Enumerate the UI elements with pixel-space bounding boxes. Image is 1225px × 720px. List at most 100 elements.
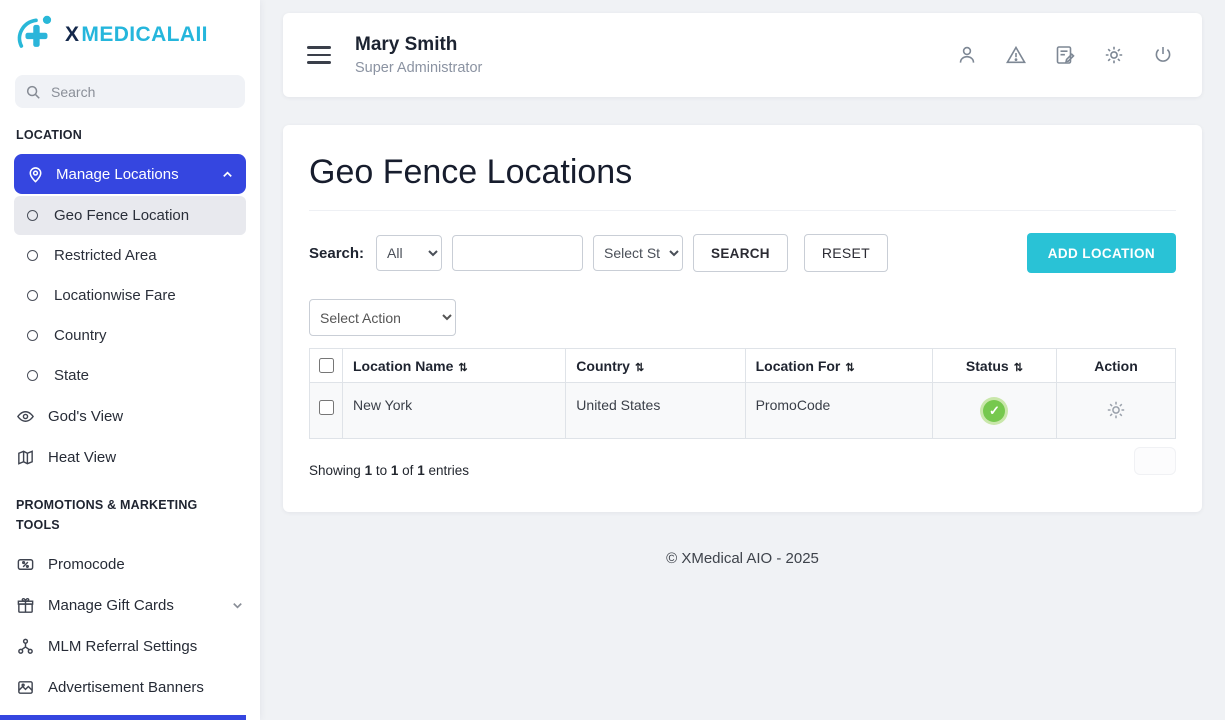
network-icon <box>16 637 35 656</box>
sidebar-subitem-label: Restricted Area <box>54 247 157 265</box>
sidebar-item-mlm-referral-settings[interactable]: MLM Referral Settings <box>0 626 260 667</box>
entries-prefix: Showing <box>309 463 361 478</box>
location-pin-icon <box>26 165 45 184</box>
bullet-circle-icon <box>27 290 38 302</box>
sidebar-search-input[interactable] <box>49 82 235 101</box>
search-button[interactable]: SEARCH <box>693 234 788 272</box>
search-label: Search: <box>309 244 365 262</box>
user-name: Mary Smith <box>355 34 458 55</box>
column-header-action: Action <box>1056 348 1176 383</box>
promocode-ticket-icon <box>16 555 35 574</box>
column-header-status[interactable]: Status ⇅ <box>931 348 1058 383</box>
sidebar-item-promocode[interactable]: Promocode <box>0 544 260 585</box>
sort-icon: ⇅ <box>845 361 855 374</box>
sidebar-subitem-label: Country <box>54 327 107 345</box>
sidebar-item-label: MLM Referral Settings <box>48 638 198 656</box>
user-role: Super Administrator <box>355 60 483 76</box>
status-active-icon[interactable]: ✓ <box>983 399 1006 422</box>
row-checkbox[interactable] <box>319 400 334 415</box>
search-keyword-input[interactable] <box>452 235 584 271</box>
cell-country: United States <box>565 382 746 439</box>
entries-suffix: entries <box>428 463 469 478</box>
warning-icon <box>1006 45 1026 64</box>
select-all-checkbox[interactable] <box>319 358 334 373</box>
page-title: Geo Fence Locations <box>309 153 1176 211</box>
table-row: New York United States PromoCode ✓ <box>309 382 1176 439</box>
main-area: Mary Smith Super Administrator Geo Fence… <box>260 0 1225 567</box>
search-toolbar: Search: All Select State SEARCH RESET AD… <box>309 233 1176 273</box>
sidebar-item-geo-fence-location[interactable]: Geo Fence Location <box>14 196 246 236</box>
pagination-placeholder <box>1134 447 1176 475</box>
bulk-action-select[interactable]: Select Action <box>309 299 456 336</box>
reset-button[interactable]: RESET <box>803 234 889 272</box>
top-header: Mary Smith Super Administrator <box>283 13 1202 97</box>
search-icon <box>25 84 41 100</box>
sidebar-item-heat-view[interactable]: Heat View <box>0 437 260 478</box>
sidebar-item-manage-locations[interactable]: Manage Locations <box>14 154 246 195</box>
select-all-cell <box>309 348 343 383</box>
cell-action <box>1056 382 1176 439</box>
alerts-button[interactable] <box>1005 44 1027 66</box>
menu-icon <box>307 46 331 49</box>
logout-button[interactable] <box>1152 44 1174 66</box>
table-header-row: Location Name ⇅ Country ⇅ Location For ⇅ St… <box>309 348 1176 383</box>
bullet-circle-icon <box>27 210 38 222</box>
entries-of-word: of <box>402 463 414 478</box>
logo[interactable]: X MEDICALAII <box>0 0 260 67</box>
entries-to: 1 <box>390 463 399 478</box>
locations-table-wrap: Location Name ⇅ Country ⇅ Location For ⇅ St… <box>309 348 1176 439</box>
entries-from: 1 <box>364 463 373 478</box>
profile-button[interactable] <box>956 44 978 66</box>
sidebar-item-label: God's View <box>48 408 124 426</box>
bulk-action-row: Select Action <box>309 299 1176 336</box>
state-select[interactable]: Select State <box>593 235 684 271</box>
sidebar-partial-item-highlight <box>0 715 246 720</box>
logo-icon <box>14 13 58 57</box>
sidebar-item-gods-view[interactable]: God's View <box>0 396 260 437</box>
settings-button[interactable] <box>1103 44 1125 66</box>
sort-icon: ⇅ <box>458 361 468 374</box>
sidebar-search <box>15 75 245 108</box>
heat-view-map-icon <box>16 448 35 467</box>
section-heading-promotions: PROMOTIONS & MARKETING TOOLS <box>16 498 198 532</box>
logo-text-primary: X <box>65 23 80 46</box>
column-header-location-for[interactable]: Location For ⇅ <box>744 348 933 383</box>
gods-view-icon <box>16 407 35 426</box>
content-card: Geo Fence Locations Search: All Select S… <box>283 125 1202 512</box>
locations-table: Location Name ⇅ Country ⇅ Location For ⇅ St… <box>309 348 1176 439</box>
footer-text: © XMedical AIO - 2025 <box>666 550 819 567</box>
header-actions <box>956 44 1174 66</box>
chevron-down-icon <box>231 599 244 612</box>
gift-icon <box>16 596 35 615</box>
sidebar-item-manage-gift-cards[interactable]: Manage Gift Cards <box>0 585 260 626</box>
sidebar-item-label: Manage Locations <box>56 165 179 183</box>
entries-total: 1 <box>417 463 425 478</box>
add-location-button[interactable]: ADD LOCATION <box>1026 233 1176 273</box>
edit-profile-button[interactable] <box>1054 44 1076 66</box>
sidebar-item-advertisement-banners[interactable]: Advertisement Banners <box>0 667 260 708</box>
gear-icon <box>1107 401 1125 418</box>
power-icon <box>1155 47 1171 62</box>
sidebar-item-country[interactable]: Country <box>14 316 246 355</box>
search-field-select[interactable]: All <box>376 235 443 271</box>
user-icon <box>959 46 975 63</box>
user-block: Mary Smith Super Administrator <box>355 34 482 76</box>
sidebar-subitem-label: Locationwise Fare <box>54 287 176 305</box>
gear-icon <box>1105 46 1123 64</box>
sidebar-subitem-label: State <box>54 367 90 385</box>
form-edit-icon <box>1056 46 1075 64</box>
cell-location-for: PromoCode <box>744 382 933 439</box>
column-header-location-name[interactable]: Location Name ⇅ <box>341 348 567 383</box>
sidebar-item-restricted-area[interactable]: Restricted Area <box>14 236 246 275</box>
banner-image-icon <box>16 678 35 697</box>
chevron-up-icon <box>221 168 234 181</box>
row-settings-button[interactable] <box>1099 398 1133 422</box>
sidebar: XMEDICALAII LOCATION Manage Locations Ge… <box>0 0 260 720</box>
menu-toggle-button[interactable] <box>307 46 331 64</box>
sort-icon: ⇅ <box>634 361 645 374</box>
row-select-cell <box>309 382 343 439</box>
bullet-circle-icon <box>27 250 38 262</box>
sidebar-item-locationwise-fare[interactable]: Locationwise Fare <box>14 276 246 315</box>
column-header-country[interactable]: Country ⇅ <box>565 348 746 383</box>
sidebar-item-state[interactable]: State <box>14 356 246 395</box>
